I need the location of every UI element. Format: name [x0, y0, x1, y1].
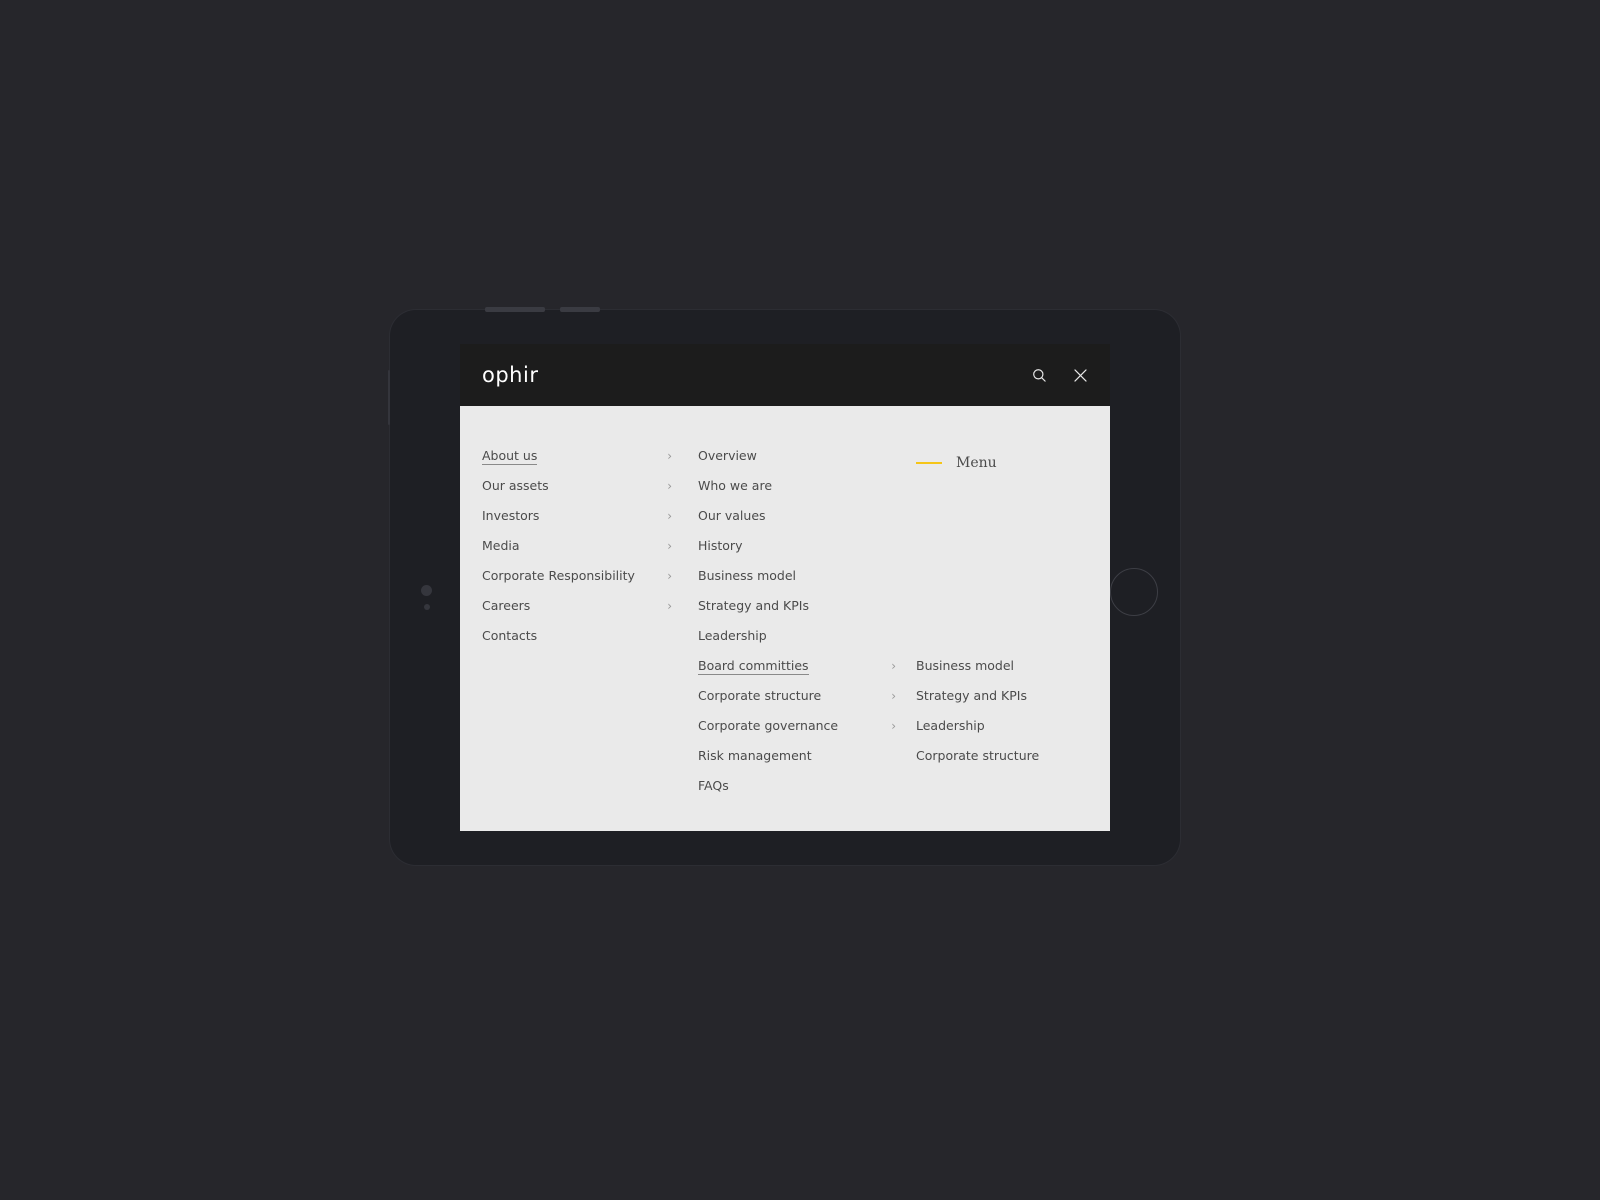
chevron-right-icon[interactable]: › [667, 450, 698, 462]
tertiary-spacer [916, 478, 1110, 658]
subsubmenu-item-corporate-structure[interactable]: Corporate structure› [916, 748, 1110, 778]
chevron-right-icon[interactable]: › [667, 510, 698, 522]
menu-item-label: Corporate structure [698, 688, 822, 703]
menu-item-about-us[interactable]: About us › [482, 448, 698, 478]
menu-item-label: Board committies [698, 658, 809, 675]
menu-item-label: Overview [698, 448, 757, 463]
tablet-screen: ophir About us › Our assets › Investors … [460, 344, 1110, 831]
menu-item-label: Our values [698, 508, 766, 523]
menu-item-label: Who we are [698, 478, 773, 493]
menu-item-label: Corporate Responsibility [482, 568, 635, 583]
tertiary-menu-title: Menu [916, 448, 1110, 478]
menu-item-contacts[interactable]: Contacts› [482, 628, 698, 658]
menu-item-label: Careers [482, 598, 531, 613]
subsubmenu-item-business-model[interactable]: Business model› [916, 658, 1110, 688]
menu-item-label: Corporate structure [916, 748, 1040, 763]
tablet-device: ophir About us › Our assets › Investors … [388, 307, 1180, 865]
submenu-item-leadership[interactable]: Leadership› [698, 628, 916, 658]
menu-item-label: Investors [482, 508, 540, 523]
menu-item-careers[interactable]: Careers › [482, 598, 698, 628]
submenu-item-strategy-and-kpis[interactable]: Strategy and KPIs› [698, 598, 916, 628]
submenu-item-business-model[interactable]: Business model› [698, 568, 916, 598]
menu-item-label: Media [482, 538, 520, 553]
menu-column-primary: About us › Our assets › Investors › Media › Corp… [460, 448, 698, 831]
menu-item-label: Leadership [916, 718, 985, 733]
tertiary-items: Business model›Strategy and KPIs›Leaders… [916, 658, 1110, 778]
submenu-item-who-we-are[interactable]: Who we are› [698, 478, 916, 508]
submenu-item-faqs[interactable]: FAQs› [698, 778, 916, 808]
submenu-item-corporate-structure[interactable]: Corporate structure › [698, 688, 916, 718]
chevron-right-icon[interactable]: › [891, 720, 916, 732]
menu-item-label: Strategy and KPIs [916, 688, 1027, 703]
menu-column-secondary: Overview›Who we are›Our values›History›B… [698, 448, 916, 831]
page-root: ophir About us › Our assets › Investors … [0, 0, 1600, 1200]
ophir-logo[interactable]: ophir [482, 363, 538, 387]
menu-item-investors[interactable]: Investors › [482, 508, 698, 538]
menu-item-media[interactable]: Media › [482, 538, 698, 568]
home-button[interactable] [1110, 568, 1158, 616]
device-power-button [560, 307, 600, 312]
submenu-item-history[interactable]: History› [698, 538, 916, 568]
submenu-item-risk-management[interactable]: Risk management› [698, 748, 916, 778]
menu-item-label: Our assets [482, 478, 549, 493]
submenu-item-overview[interactable]: Overview› [698, 448, 916, 478]
ambient-light-sensor-icon [424, 604, 430, 610]
menu-item-label: History [698, 538, 743, 553]
menu-item-label: FAQs [698, 778, 729, 793]
menu-item-label: Leadership [698, 628, 767, 643]
menu-item-corporate-responsibility[interactable]: Corporate Responsibility › [482, 568, 698, 598]
device-side-seam [388, 370, 390, 425]
subsubmenu-item-strategy-and-kpis[interactable]: Strategy and KPIs› [916, 688, 1110, 718]
menu-item-label: Strategy and KPIs [698, 598, 809, 613]
camera-sensor-icon [421, 585, 432, 596]
chevron-right-icon[interactable]: › [667, 540, 698, 552]
search-icon[interactable] [1028, 364, 1050, 386]
accent-dash-icon [916, 462, 942, 464]
mega-menu-panel: About us › Our assets › Investors › Media › Corp… [460, 406, 1110, 831]
menu-item-label: Business model [698, 568, 797, 583]
menu-item-label: About us [482, 448, 538, 465]
menu-item-label: Business model [916, 658, 1015, 673]
submenu-item-corporate-governance[interactable]: Corporate governance › [698, 718, 916, 748]
menu-column-tertiary: Menu Business model›Strategy and KPIs›Le… [916, 448, 1110, 831]
chevron-right-icon[interactable]: › [891, 660, 916, 672]
menu-item-label: Corporate governance [698, 718, 839, 733]
chevron-right-icon[interactable]: › [667, 570, 698, 582]
site-header: ophir [460, 344, 1110, 406]
menu-item-our-assets[interactable]: Our assets › [482, 478, 698, 508]
menu-item-label: Contacts [482, 628, 538, 643]
chevron-right-icon[interactable]: › [667, 480, 698, 492]
header-actions [1028, 364, 1091, 386]
menu-item-label: Risk management [698, 748, 812, 763]
submenu-item-board-committies[interactable]: Board committies › [698, 658, 916, 688]
close-icon[interactable] [1069, 364, 1091, 386]
chevron-right-icon[interactable]: › [891, 690, 916, 702]
chevron-right-icon[interactable]: › [667, 600, 698, 612]
submenu-item-our-values[interactable]: Our values› [698, 508, 916, 538]
device-volume-button [485, 307, 545, 312]
tertiary-menu-title-label: Menu [956, 455, 997, 471]
subsubmenu-item-leadership[interactable]: Leadership› [916, 718, 1110, 748]
